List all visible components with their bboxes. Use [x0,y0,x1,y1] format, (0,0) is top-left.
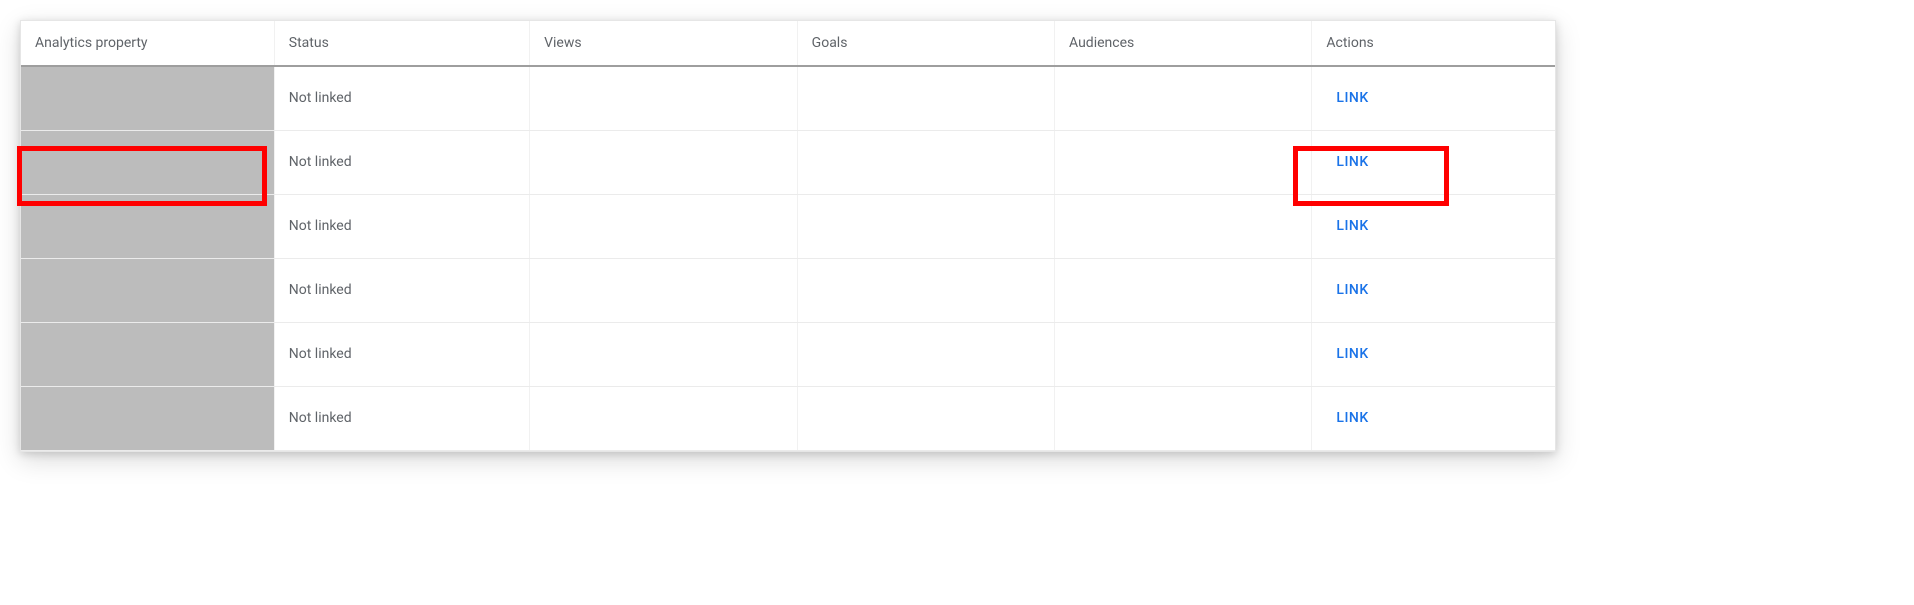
cell-status: Not linked [274,66,529,130]
cell-status: Not linked [274,130,529,194]
cell-property [21,322,274,386]
link-button[interactable]: LINK [1326,346,1368,362]
link-button[interactable]: LINK [1326,154,1368,170]
cell-views [530,386,798,450]
link-button[interactable]: LINK [1326,218,1368,234]
cell-actions: LINK [1312,258,1555,322]
table-row: Not linked LINK [21,130,1555,194]
table-header-row: Analytics property Status Views Goals Au… [21,21,1555,66]
analytics-linking-table: Analytics property Status Views Goals Au… [21,21,1555,451]
col-header-goals: Goals [797,21,1054,66]
table-row: Not linked LINK [21,66,1555,130]
cell-views [530,130,798,194]
link-button[interactable]: LINK [1326,410,1368,426]
cell-status: Not linked [274,194,529,258]
cell-audiences [1055,386,1312,450]
table-row: Not linked LINK [21,258,1555,322]
cell-actions: LINK [1312,194,1555,258]
col-header-actions: Actions [1312,21,1555,66]
cell-audiences [1055,130,1312,194]
cell-property [21,130,274,194]
cell-goals [797,194,1054,258]
cell-property [21,258,274,322]
cell-actions: LINK [1312,66,1555,130]
cell-audiences [1055,258,1312,322]
cell-status: Not linked [274,322,529,386]
cell-actions: LINK [1312,386,1555,450]
cell-goals [797,258,1054,322]
cell-views [530,258,798,322]
link-button[interactable]: LINK [1326,282,1368,298]
link-button[interactable]: LINK [1326,90,1368,106]
cell-goals [797,66,1054,130]
cell-goals [797,130,1054,194]
col-header-property: Analytics property [21,21,274,66]
cell-views [530,194,798,258]
cell-goals [797,322,1054,386]
cell-actions: LINK [1312,130,1555,194]
cell-status: Not linked [274,258,529,322]
cell-status: Not linked [274,386,529,450]
cell-views [530,322,798,386]
cell-actions: LINK [1312,322,1555,386]
col-header-status: Status [274,21,529,66]
cell-audiences [1055,194,1312,258]
table-row: Not linked LINK [21,322,1555,386]
cell-goals [797,386,1054,450]
table-row: Not linked LINK [21,386,1555,450]
cell-audiences [1055,66,1312,130]
cell-audiences [1055,322,1312,386]
cell-views [530,66,798,130]
table-row: Not linked LINK [21,194,1555,258]
analytics-linking-table-wrapper: Analytics property Status Views Goals Au… [20,20,1556,452]
cell-property [21,386,274,450]
col-header-audiences: Audiences [1055,21,1312,66]
cell-property [21,194,274,258]
cell-property [21,66,274,130]
col-header-views: Views [530,21,798,66]
